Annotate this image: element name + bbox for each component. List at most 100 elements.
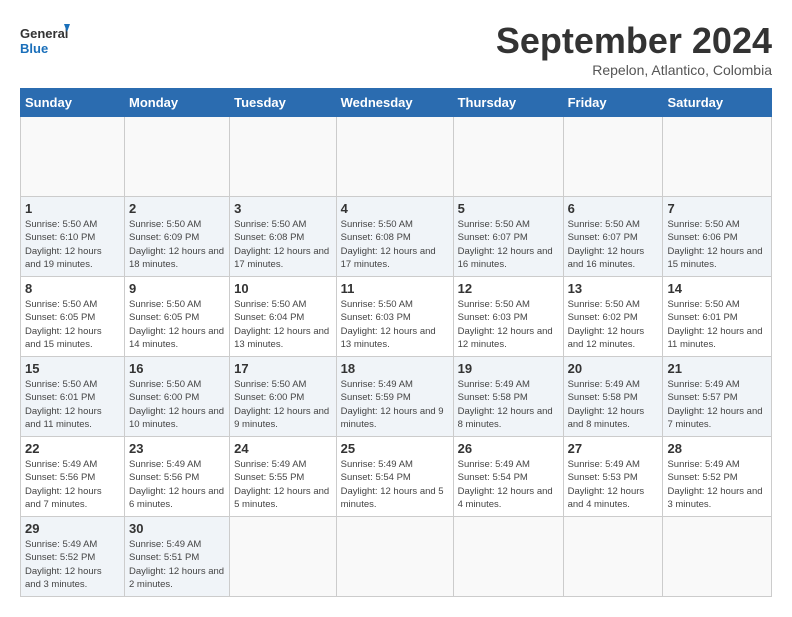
table-row <box>453 517 563 597</box>
day-info: Sunrise: 5:49 AM Sunset: 5:51 PM Dayligh… <box>129 538 225 591</box>
day-info: Sunrise: 5:50 AM Sunset: 6:05 PM Dayligh… <box>25 298 120 351</box>
day-number: 28 <box>667 441 767 456</box>
day-number: 2 <box>129 201 225 216</box>
table-row: 24 Sunrise: 5:49 AM Sunset: 5:55 PM Dayl… <box>230 437 337 517</box>
svg-text:Blue: Blue <box>20 41 48 56</box>
day-number: 18 <box>341 361 449 376</box>
table-row <box>336 517 453 597</box>
logo-svg: General Blue <box>20 20 70 65</box>
day-number: 14 <box>667 281 767 296</box>
table-row: 18 Sunrise: 5:49 AM Sunset: 5:59 PM Dayl… <box>336 357 453 437</box>
day-number: 12 <box>458 281 559 296</box>
col-wednesday: Wednesday <box>336 89 453 117</box>
table-row: 22 Sunrise: 5:49 AM Sunset: 5:56 PM Dayl… <box>21 437 125 517</box>
calendar-week-row: 15 Sunrise: 5:50 AM Sunset: 6:01 PM Dayl… <box>21 357 772 437</box>
col-friday: Friday <box>563 89 663 117</box>
calendar-week-row: 1 Sunrise: 5:50 AM Sunset: 6:10 PM Dayli… <box>21 197 772 277</box>
calendar-week-row: 22 Sunrise: 5:49 AM Sunset: 5:56 PM Dayl… <box>21 437 772 517</box>
table-row: 15 Sunrise: 5:50 AM Sunset: 6:01 PM Dayl… <box>21 357 125 437</box>
day-info: Sunrise: 5:50 AM Sunset: 6:00 PM Dayligh… <box>129 378 225 431</box>
day-info: Sunrise: 5:49 AM Sunset: 5:53 PM Dayligh… <box>568 458 659 511</box>
day-info: Sunrise: 5:49 AM Sunset: 5:52 PM Dayligh… <box>667 458 767 511</box>
day-info: Sunrise: 5:50 AM Sunset: 6:08 PM Dayligh… <box>341 218 449 271</box>
day-info: Sunrise: 5:50 AM Sunset: 6:00 PM Dayligh… <box>234 378 332 431</box>
table-row: 5 Sunrise: 5:50 AM Sunset: 6:07 PM Dayli… <box>453 197 563 277</box>
table-row: 29 Sunrise: 5:49 AM Sunset: 5:52 PM Dayl… <box>21 517 125 597</box>
table-row <box>125 117 230 197</box>
table-row <box>563 517 663 597</box>
col-tuesday: Tuesday <box>230 89 337 117</box>
table-row: 1 Sunrise: 5:50 AM Sunset: 6:10 PM Dayli… <box>21 197 125 277</box>
day-number: 4 <box>341 201 449 216</box>
day-number: 29 <box>25 521 120 536</box>
day-number: 13 <box>568 281 659 296</box>
table-row: 10 Sunrise: 5:50 AM Sunset: 6:04 PM Dayl… <box>230 277 337 357</box>
table-row: 3 Sunrise: 5:50 AM Sunset: 6:08 PM Dayli… <box>230 197 337 277</box>
day-info: Sunrise: 5:50 AM Sunset: 6:07 PM Dayligh… <box>568 218 659 271</box>
svg-text:General: General <box>20 26 68 41</box>
day-number: 16 <box>129 361 225 376</box>
table-row: 2 Sunrise: 5:50 AM Sunset: 6:09 PM Dayli… <box>125 197 230 277</box>
day-info: Sunrise: 5:50 AM Sunset: 6:10 PM Dayligh… <box>25 218 120 271</box>
day-number: 30 <box>129 521 225 536</box>
day-info: Sunrise: 5:50 AM Sunset: 6:04 PM Dayligh… <box>234 298 332 351</box>
month-title: September 2024 <box>496 20 772 62</box>
day-number: 11 <box>341 281 449 296</box>
day-number: 25 <box>341 441 449 456</box>
day-info: Sunrise: 5:50 AM Sunset: 6:08 PM Dayligh… <box>234 218 332 271</box>
day-info: Sunrise: 5:50 AM Sunset: 6:03 PM Dayligh… <box>458 298 559 351</box>
day-info: Sunrise: 5:49 AM Sunset: 5:56 PM Dayligh… <box>129 458 225 511</box>
day-info: Sunrise: 5:50 AM Sunset: 6:03 PM Dayligh… <box>341 298 449 351</box>
calendar-week-row: 8 Sunrise: 5:50 AM Sunset: 6:05 PM Dayli… <box>21 277 772 357</box>
col-sunday: Sunday <box>21 89 125 117</box>
day-info: Sunrise: 5:49 AM Sunset: 5:57 PM Dayligh… <box>667 378 767 431</box>
table-row <box>336 117 453 197</box>
table-row <box>230 117 337 197</box>
day-info: Sunrise: 5:49 AM Sunset: 5:58 PM Dayligh… <box>568 378 659 431</box>
day-number: 17 <box>234 361 332 376</box>
table-row: 21 Sunrise: 5:49 AM Sunset: 5:57 PM Dayl… <box>663 357 772 437</box>
table-row: 30 Sunrise: 5:49 AM Sunset: 5:51 PM Dayl… <box>125 517 230 597</box>
day-info: Sunrise: 5:49 AM Sunset: 5:54 PM Dayligh… <box>458 458 559 511</box>
day-number: 1 <box>25 201 120 216</box>
day-number: 8 <box>25 281 120 296</box>
table-row: 12 Sunrise: 5:50 AM Sunset: 6:03 PM Dayl… <box>453 277 563 357</box>
table-row <box>563 117 663 197</box>
day-info: Sunrise: 5:49 AM Sunset: 5:56 PM Dayligh… <box>25 458 120 511</box>
calendar-header-row: Sunday Monday Tuesday Wednesday Thursday… <box>21 89 772 117</box>
table-row: 6 Sunrise: 5:50 AM Sunset: 6:07 PM Dayli… <box>563 197 663 277</box>
day-number: 21 <box>667 361 767 376</box>
table-row: 28 Sunrise: 5:49 AM Sunset: 5:52 PM Dayl… <box>663 437 772 517</box>
day-info: Sunrise: 5:49 AM Sunset: 5:52 PM Dayligh… <box>25 538 120 591</box>
table-row: 20 Sunrise: 5:49 AM Sunset: 5:58 PM Dayl… <box>563 357 663 437</box>
day-info: Sunrise: 5:49 AM Sunset: 5:58 PM Dayligh… <box>458 378 559 431</box>
day-info: Sunrise: 5:49 AM Sunset: 5:54 PM Dayligh… <box>341 458 449 511</box>
calendar-week-row: 29 Sunrise: 5:49 AM Sunset: 5:52 PM Dayl… <box>21 517 772 597</box>
table-row: 14 Sunrise: 5:50 AM Sunset: 6:01 PM Dayl… <box>663 277 772 357</box>
table-row: 19 Sunrise: 5:49 AM Sunset: 5:58 PM Dayl… <box>453 357 563 437</box>
day-number: 27 <box>568 441 659 456</box>
day-number: 5 <box>458 201 559 216</box>
col-monday: Monday <box>125 89 230 117</box>
day-info: Sunrise: 5:49 AM Sunset: 5:59 PM Dayligh… <box>341 378 449 431</box>
table-row <box>453 117 563 197</box>
day-number: 26 <box>458 441 559 456</box>
location-subtitle: Repelon, Atlantico, Colombia <box>496 62 772 78</box>
day-info: Sunrise: 5:50 AM Sunset: 6:02 PM Dayligh… <box>568 298 659 351</box>
table-row: 25 Sunrise: 5:49 AM Sunset: 5:54 PM Dayl… <box>336 437 453 517</box>
day-info: Sunrise: 5:49 AM Sunset: 5:55 PM Dayligh… <box>234 458 332 511</box>
day-info: Sunrise: 5:50 AM Sunset: 6:01 PM Dayligh… <box>25 378 120 431</box>
day-number: 23 <box>129 441 225 456</box>
table-row <box>663 117 772 197</box>
table-row: 26 Sunrise: 5:49 AM Sunset: 5:54 PM Dayl… <box>453 437 563 517</box>
day-number: 24 <box>234 441 332 456</box>
day-number: 22 <box>25 441 120 456</box>
table-row <box>230 517 337 597</box>
table-row: 4 Sunrise: 5:50 AM Sunset: 6:08 PM Dayli… <box>336 197 453 277</box>
table-row <box>663 517 772 597</box>
day-info: Sunrise: 5:50 AM Sunset: 6:06 PM Dayligh… <box>667 218 767 271</box>
table-row <box>21 117 125 197</box>
day-number: 15 <box>25 361 120 376</box>
day-info: Sunrise: 5:50 AM Sunset: 6:05 PM Dayligh… <box>129 298 225 351</box>
table-row: 17 Sunrise: 5:50 AM Sunset: 6:00 PM Dayl… <box>230 357 337 437</box>
